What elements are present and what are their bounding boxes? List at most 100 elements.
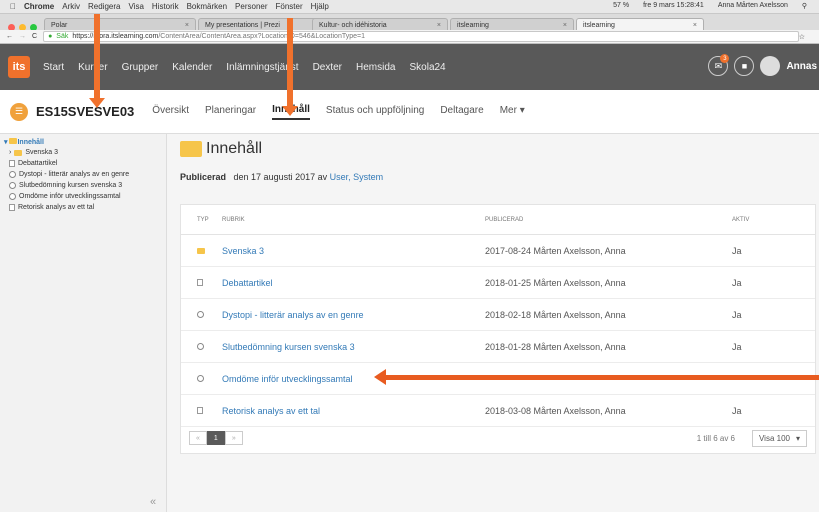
chevron-down-icon: ▾ bbox=[519, 104, 525, 116]
course-icon: ☰ bbox=[10, 102, 28, 121]
lock-icon: ● bbox=[48, 33, 53, 40]
nav-dexter[interactable]: Dexter bbox=[313, 62, 342, 73]
tree-item-label: Omdöme inför utvecklingssamtal bbox=[19, 193, 121, 200]
url-host: https://mora.itslearning.com bbox=[72, 33, 159, 40]
reload-icon[interactable]: C bbox=[32, 33, 37, 40]
user-name[interactable]: Annas bbox=[786, 61, 817, 72]
row-title-link[interactable]: Dystopi - litterär analys av en genre bbox=[222, 310, 485, 320]
col-typ[interactable]: TYP bbox=[181, 217, 222, 223]
tab-planeringar[interactable]: Planeringar bbox=[205, 105, 256, 119]
nav-hemsida[interactable]: Hemsida bbox=[356, 62, 395, 73]
tree-item[interactable]: Omdöme inför utvecklingssamtal bbox=[0, 191, 166, 202]
menu-historik[interactable]: Historik bbox=[152, 2, 179, 11]
tree-item[interactable]: Retorisk analys av ett tal bbox=[0, 202, 166, 213]
bookmark-star-icon[interactable]: ☆ bbox=[799, 33, 805, 41]
menu-bokmarken[interactable]: Bokmärken bbox=[187, 2, 227, 11]
table-row: Dystopi - litterär analys av en genre 20… bbox=[181, 299, 815, 331]
page-1-button[interactable]: 1 bbox=[206, 431, 225, 445]
document-icon bbox=[9, 204, 15, 211]
prev-page-button[interactable]: « bbox=[189, 431, 207, 445]
row-title-link[interactable]: Svenska 3 bbox=[222, 246, 485, 256]
assignment-icon bbox=[197, 342, 204, 350]
nav-start[interactable]: Start bbox=[43, 62, 64, 73]
tree-item-label: Debattartikel bbox=[18, 160, 58, 167]
nav-kalender[interactable]: Kalender bbox=[172, 62, 212, 73]
nav-grupper[interactable]: Grupper bbox=[122, 62, 159, 73]
row-title-link[interactable]: Debattartikel bbox=[222, 278, 485, 288]
page-size-select[interactable]: Visa 100 ▾ bbox=[751, 430, 807, 447]
course-bar: ☰ ES15SVESVE03 Översikt Planeringar Inne… bbox=[0, 90, 819, 134]
apple-icon[interactable]:  bbox=[10, 2, 16, 11]
notification-badge: 3 bbox=[720, 54, 730, 63]
published-text: den 17 augusti 2017 av bbox=[233, 172, 328, 182]
row-published: 2018-01-25 Mårten Axelsson, Anna bbox=[485, 277, 626, 288]
published-by-link[interactable]: User, System bbox=[330, 172, 384, 182]
nav-skola24[interactable]: Skola24 bbox=[409, 62, 445, 73]
secure-label: Säk bbox=[56, 33, 69, 40]
col-aktiv[interactable]: AKTIV bbox=[732, 217, 815, 223]
menu-chrome[interactable]: Chrome bbox=[24, 2, 54, 11]
row-active: Ja bbox=[732, 309, 742, 320]
next-page-button[interactable]: » bbox=[224, 431, 243, 445]
menu-visa[interactable]: Visa bbox=[128, 2, 143, 11]
main-content: Innehåll Publicerad den 17 augusti 2017 … bbox=[167, 134, 819, 512]
user-name-menubar[interactable]: Anna Mårten Axelsson bbox=[718, 2, 788, 10]
menu-hjalp[interactable]: Hjälp bbox=[311, 2, 329, 11]
row-active: Ja bbox=[732, 245, 742, 256]
course-code[interactable]: ES15SVESVE03 bbox=[36, 104, 134, 119]
published-info: Publicerad den 17 augusti 2017 av User, … bbox=[180, 172, 383, 182]
tree-item-label: Svenska 3 bbox=[25, 149, 59, 156]
close-tab-icon[interactable]: × bbox=[185, 22, 189, 29]
notifications-icon[interactable]: ✉ 3 bbox=[708, 54, 730, 76]
col-publicerad[interactable]: PUBLICERAD bbox=[485, 217, 732, 223]
tree-item[interactable]: Dystopi - litterär analys av en genre bbox=[0, 169, 166, 180]
nav-kurser[interactable]: Kurser bbox=[78, 62, 107, 73]
address-row: ← → C ● Säk https://mora.itslearning.com… bbox=[0, 30, 819, 44]
tree-item[interactable]: › Svenska 3 bbox=[0, 147, 166, 158]
menu-fonster[interactable]: Fönster bbox=[276, 2, 303, 11]
chevron-right-icon[interactable]: › bbox=[9, 149, 11, 156]
annotation-arrow bbox=[89, 14, 105, 108]
assignment-icon bbox=[197, 310, 204, 318]
page-heading: Innehåll bbox=[180, 140, 262, 158]
col-rubrik[interactable]: RUBRIK bbox=[222, 217, 485, 223]
itslearning-logo[interactable]: its bbox=[8, 56, 30, 78]
messages-icon[interactable]: ■ bbox=[734, 56, 755, 76]
table-row: Svenska 3 2017-08-24 Mårten Axelsson, An… bbox=[181, 235, 815, 267]
back-icon[interactable]: ← bbox=[6, 33, 13, 40]
close-tab-icon[interactable]: × bbox=[563, 22, 567, 29]
tree-item[interactable]: Debattartikel bbox=[0, 158, 166, 169]
annotation-arrow bbox=[282, 18, 298, 116]
tab-status[interactable]: Status och uppföljning bbox=[326, 105, 424, 119]
close-tab-icon[interactable]: × bbox=[693, 22, 697, 29]
table-row: Slutbedömning kursen svenska 3 2018-01-2… bbox=[181, 331, 815, 363]
menu-arkiv[interactable]: Arkiv bbox=[62, 2, 80, 11]
folder-icon bbox=[14, 149, 23, 156]
content-table: TYP RUBRIK PUBLICERAD AKTIV Svenska 3 20… bbox=[180, 204, 816, 454]
row-title-link[interactable]: Retorisk analys av ett tal bbox=[222, 406, 485, 416]
menu-redigera[interactable]: Redigera bbox=[88, 2, 120, 11]
tab-label: Polar bbox=[51, 22, 68, 29]
row-title-link[interactable]: Slutbedömning kursen svenska 3 bbox=[222, 342, 485, 352]
tree-root[interactable]: ▾ Innehåll bbox=[0, 134, 166, 147]
close-tab-icon[interactable]: × bbox=[437, 22, 441, 29]
tab-mer-label: Mer bbox=[499, 104, 517, 116]
content-tree: ▾ Innehåll › Svenska 3 Debattartikel Dyst… bbox=[0, 134, 167, 512]
tab-oversikt[interactable]: Översikt bbox=[152, 105, 189, 119]
tab-deltagare[interactable]: Deltagare bbox=[440, 105, 483, 119]
menu-personer[interactable]: Personer bbox=[235, 2, 267, 11]
avatar[interactable] bbox=[760, 56, 781, 76]
tree-item[interactable]: Slutbedömning kursen svenska 3 bbox=[0, 180, 166, 191]
row-active: Ja bbox=[732, 341, 742, 352]
forward-icon[interactable]: → bbox=[19, 33, 26, 40]
menubar-status: 57 % fre 9 mars 15:28:41 Anna Mårten Axe… bbox=[613, 2, 815, 10]
tab-mer[interactable]: Mer ▾ bbox=[500, 105, 525, 119]
tab-label: itslearning bbox=[583, 22, 615, 29]
collapse-sidebar-button[interactable]: « bbox=[150, 496, 156, 508]
document-icon bbox=[197, 406, 203, 414]
search-icon[interactable]: ⚲ bbox=[802, 2, 807, 10]
published-label: Publicerad bbox=[180, 172, 227, 182]
address-bar[interactable]: ● Säk https://mora.itslearning.com/Conte… bbox=[43, 31, 799, 42]
assignment-icon bbox=[9, 193, 16, 200]
row-published: 2018-02-18 Mårten Axelsson, Anna bbox=[485, 309, 626, 320]
